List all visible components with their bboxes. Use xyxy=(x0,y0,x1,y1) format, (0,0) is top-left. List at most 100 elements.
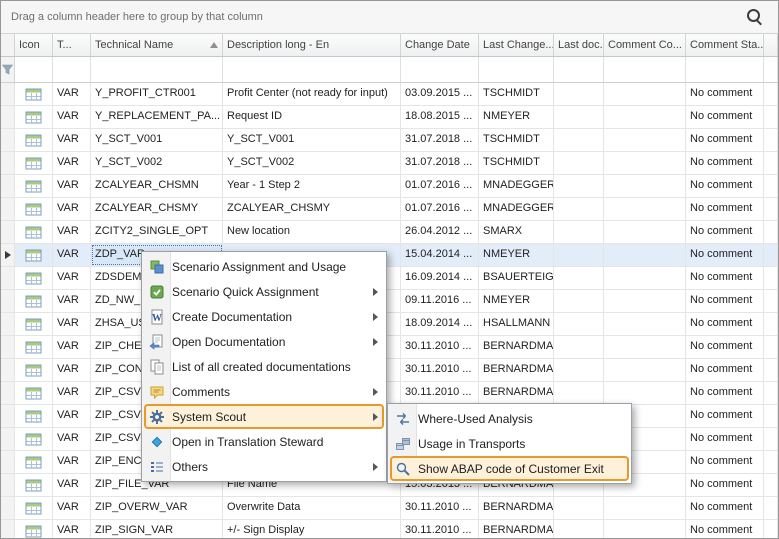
context-menu-item-system-scout[interactable]: System Scout xyxy=(144,404,384,429)
filter-cell-date[interactable] xyxy=(401,57,479,82)
cell-comment-status: No comment xyxy=(686,106,764,128)
cell-change-date: 15.04.2014 ... xyxy=(401,244,479,266)
cell-last-doc xyxy=(554,336,604,358)
filter-filler-cell xyxy=(764,57,778,82)
table-row[interactable]: VARZIP_CONV30.11.2010 ...BERNARDMANo com… xyxy=(1,359,778,382)
sort-ascending-icon xyxy=(210,42,218,48)
cell-change-date: 09.11.2016 ... xyxy=(401,290,479,312)
row-icon-cell xyxy=(15,152,53,174)
cell-change-date: 30.11.2010 ... xyxy=(401,359,479,381)
row-indicator-cell xyxy=(1,336,15,358)
search-button[interactable] xyxy=(742,4,768,30)
cell-type: VAR xyxy=(53,497,91,519)
submenu-item-where-used-analysis[interactable]: Where-Used Analysis xyxy=(390,406,629,431)
cell-type: VAR xyxy=(53,313,91,335)
table-row[interactable]: VARZCALYEAR_CHSMYZCALYEAR_CHSMY01.07.201… xyxy=(1,198,778,221)
table-row[interactable]: VARY_SCT_V001Y_SCT_V00131.07.2018 ...TSC… xyxy=(1,129,778,152)
context-menu-item-create-documentation[interactable]: WCreate Documentation xyxy=(144,304,384,329)
cell-comment-count xyxy=(604,520,686,539)
cell-type: VAR xyxy=(53,359,91,381)
cell-last-doc xyxy=(554,290,604,312)
table-row[interactable]: VARZDP_VAR15.04.2014 ...NMEYERNo comment xyxy=(1,244,778,267)
column-header-desc[interactable]: Description long - En xyxy=(223,34,401,56)
table-row[interactable]: VARZIP_CHEC30.11.2010 ...BERNARDMANo com… xyxy=(1,336,778,359)
submenu-arrow-icon xyxy=(373,288,378,296)
table-row[interactable]: VARZCALYEAR_CHSMNYear - 1 Step 201.07.20… xyxy=(1,175,778,198)
cell-technical-name: ZCALYEAR_CHSMY xyxy=(91,198,223,220)
filter-cell-lastchg[interactable] xyxy=(479,57,554,82)
cell-type: VAR xyxy=(53,405,91,427)
row-icon-cell xyxy=(15,336,53,358)
variable-table-icon xyxy=(25,109,42,125)
cell-filler xyxy=(764,428,778,450)
row-icon-cell xyxy=(15,175,53,197)
column-header-lastchg[interactable]: Last Change... xyxy=(479,34,554,56)
column-header-tech[interactable]: Technical Name xyxy=(91,34,223,56)
table-row[interactable]: VARZIP_OVERW_VAROverwrite Data30.11.2010… xyxy=(1,497,778,520)
submenu-item-usage-in-transports[interactable]: Usage in Transports xyxy=(390,431,629,456)
context-menu-item-list-of-all-created-documentations[interactable]: List of all created documentations xyxy=(144,354,384,379)
table-row[interactable]: VARY_PROFIT_CTR001Profit Center (not rea… xyxy=(1,83,778,106)
cell-comment-status: No comment xyxy=(686,451,764,473)
cell-technical-name: ZCITY2_SINGLE_OPT xyxy=(91,221,223,243)
cell-description: Year - 1 Step 2 xyxy=(223,175,401,197)
cell-last-changed-by: NMEYER xyxy=(479,244,554,266)
row-icon-cell xyxy=(15,497,53,519)
context-menu-item-open-in-translation-steward[interactable]: Open in Translation Steward xyxy=(144,429,384,454)
row-indicator-cell xyxy=(1,244,15,266)
cell-comment-status: No comment xyxy=(686,497,764,519)
filter-cell-tech[interactable] xyxy=(91,57,223,82)
cell-description: Y_SCT_V002 xyxy=(223,152,401,174)
filter-cell-icon[interactable] xyxy=(15,57,53,82)
filter-cell-cco[interactable] xyxy=(604,57,686,82)
submenu-item-show-abap-code-of-customer-exit[interactable]: Show ABAP code of Customer Exit xyxy=(390,456,629,481)
variable-table-icon xyxy=(25,339,42,355)
cell-comment-count xyxy=(604,336,686,358)
cell-comment-count xyxy=(604,152,686,174)
cell-filler xyxy=(764,336,778,358)
context-menu-item-scenario-assignment-and-usage[interactable]: Scenario Assignment and Usage xyxy=(144,254,384,279)
open-documentation-icon xyxy=(148,334,165,350)
filter-cell-csta[interactable] xyxy=(686,57,764,82)
filter-cell-lastdoc[interactable] xyxy=(554,57,604,82)
context-menu-item-scenario-quick-assignment[interactable]: Scenario Quick Assignment xyxy=(144,279,384,304)
row-icon-cell xyxy=(15,221,53,243)
column-header-lastdoc[interactable]: Last doc... xyxy=(554,34,604,56)
column-header-type[interactable]: T... xyxy=(53,34,91,56)
context-menu-item-comments[interactable]: Comments xyxy=(144,379,384,404)
cell-comment-count xyxy=(604,175,686,197)
table-row[interactable]: VARZD_NW_K09.11.2016 ...NMEYERNo comment xyxy=(1,290,778,313)
filter-cell-desc[interactable] xyxy=(223,57,401,82)
table-row[interactable]: VARZDSDEMO16.09.2014 ...BSAUERTEIGNo com… xyxy=(1,267,778,290)
cell-filler xyxy=(764,267,778,289)
row-icon-cell xyxy=(15,520,53,539)
cell-last-doc xyxy=(554,129,604,151)
show-abap-code-icon xyxy=(394,461,411,477)
table-row[interactable]: VARY_SCT_V002Y_SCT_V00231.07.2018 ...TSC… xyxy=(1,152,778,175)
column-header-icon[interactable]: Icon xyxy=(15,34,53,56)
cell-change-date: 18.08.2015 ... xyxy=(401,106,479,128)
table-row[interactable]: VARY_REPLACEMENT_PA...Request ID18.08.20… xyxy=(1,106,778,129)
column-header-cco[interactable]: Comment Co... xyxy=(604,34,686,56)
table-row[interactable]: VARZIP_CSV30.11.2010 ...BERNARDMANo comm… xyxy=(1,382,778,405)
column-header-csta[interactable]: Comment Sta... xyxy=(686,34,764,56)
filter-cell-type[interactable] xyxy=(53,57,91,82)
cell-description: Y_SCT_V001 xyxy=(223,129,401,151)
group-by-panel[interactable]: Drag a column header here to group by th… xyxy=(1,1,778,34)
row-icon-cell xyxy=(15,267,53,289)
menu-item-label: Usage in Transports xyxy=(418,437,525,451)
cell-type: VAR xyxy=(53,474,91,496)
context-menu-item-open-documentation[interactable]: Open Documentation xyxy=(144,329,384,354)
cell-last-changed-by: BERNARDMA xyxy=(479,520,554,539)
table-row[interactable]: VARZHSA_US18.09.2014 ...HSALLMANNNo comm… xyxy=(1,313,778,336)
cell-filler xyxy=(764,290,778,312)
context-menu-item-others[interactable]: Others xyxy=(144,454,384,479)
cell-technical-name: Y_PROFIT_CTR001 xyxy=(91,83,223,105)
cell-last-doc xyxy=(554,313,604,335)
column-header-date[interactable]: Change Date xyxy=(401,34,479,56)
cell-description: Profit Center (not ready for input) xyxy=(223,83,401,105)
cell-change-date: 30.11.2010 ... xyxy=(401,336,479,358)
table-row[interactable]: VARZIP_SIGN_VAR+/- Sign Display30.11.201… xyxy=(1,520,778,539)
table-row[interactable]: VARZCITY2_SINGLE_OPTNew location26.04.20… xyxy=(1,221,778,244)
cell-type: VAR xyxy=(53,267,91,289)
